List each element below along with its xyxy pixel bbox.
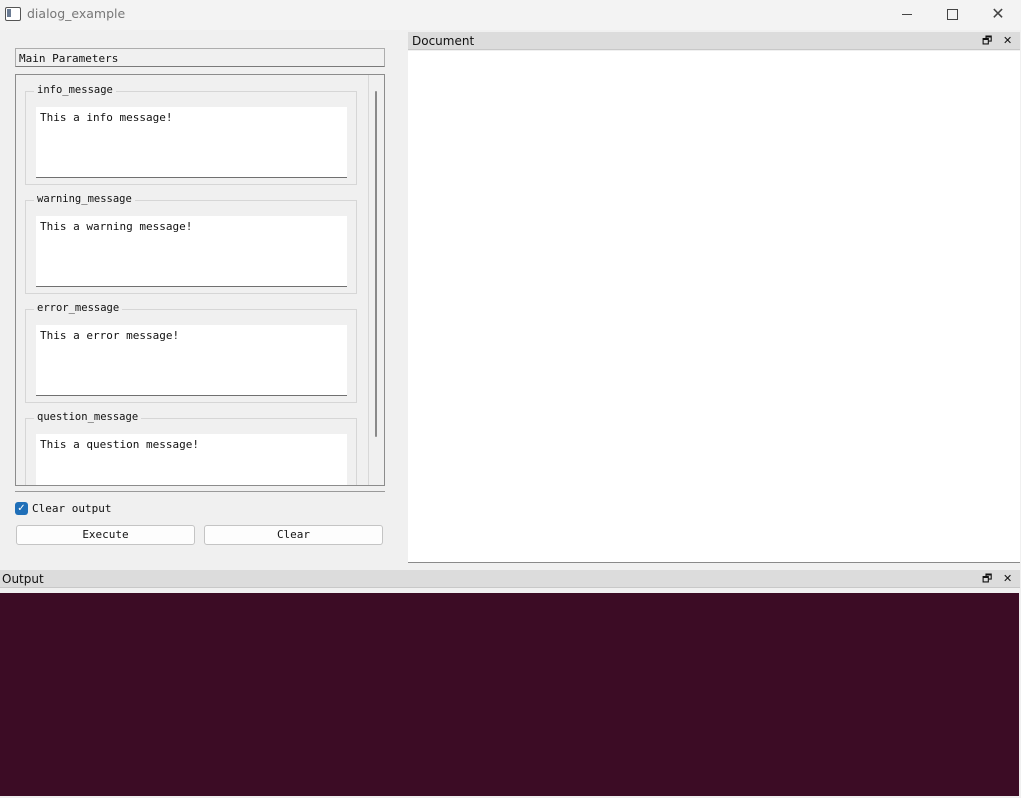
clear-output-label[interactable]: Clear output bbox=[32, 502, 111, 515]
clear-output-checkbox[interactable]: ✓ bbox=[15, 502, 28, 515]
document-dock-title-text: Document bbox=[412, 34, 475, 48]
maximize-icon bbox=[947, 9, 958, 20]
parameters-scroll-area[interactable]: info_message This a info message! warnin… bbox=[15, 74, 385, 486]
separator bbox=[15, 491, 385, 492]
checkmark-icon: ✓ bbox=[17, 503, 26, 514]
document-close-icon[interactable]: ✕ bbox=[1003, 34, 1012, 48]
document-dock-title: Document bbox=[408, 32, 1020, 50]
info-message-group: info_message This a info message! bbox=[25, 84, 357, 185]
close-button[interactable]: ✕ bbox=[975, 0, 1021, 30]
warning-message-field[interactable]: This a warning message! bbox=[36, 216, 347, 287]
question-message-group: question_message This a question message… bbox=[25, 411, 357, 485]
error-message-group: error_message This a error message! bbox=[25, 302, 357, 403]
minimize-icon bbox=[902, 14, 912, 15]
warning-message-label: warning_message bbox=[34, 193, 135, 205]
output-dock-title: Output bbox=[0, 570, 1020, 588]
output-console[interactable] bbox=[0, 593, 1019, 796]
app-icon bbox=[5, 7, 21, 21]
window-title: dialog_example bbox=[27, 6, 126, 21]
main-parameters-header: Main Parameters bbox=[15, 48, 385, 67]
scrollbar-thumb[interactable] bbox=[375, 91, 377, 437]
maximize-button[interactable] bbox=[929, 0, 975, 30]
minimize-button[interactable] bbox=[884, 0, 930, 30]
close-icon: ✕ bbox=[991, 4, 1005, 23]
document-float-icon[interactable]: 🗗 bbox=[982, 34, 992, 48]
output-close-icon[interactable]: ✕ bbox=[1003, 572, 1012, 586]
error-message-field[interactable]: This a error message! bbox=[36, 325, 347, 396]
execute-button[interactable]: Execute bbox=[16, 525, 195, 545]
clear-button[interactable]: Clear bbox=[204, 525, 383, 545]
output-float-icon[interactable]: 🗗 bbox=[982, 572, 992, 586]
error-message-label: error_message bbox=[34, 302, 123, 314]
info-message-field[interactable]: This a info message! bbox=[36, 107, 347, 178]
info-message-label: info_message bbox=[34, 84, 116, 96]
question-message-label: question_message bbox=[34, 411, 142, 423]
document-area[interactable] bbox=[408, 51, 1020, 563]
title-bar: dialog_example ✕ bbox=[0, 0, 1021, 30]
warning-message-group: warning_message This a warning message! bbox=[25, 193, 357, 294]
output-dock-title-text: Output bbox=[2, 572, 44, 586]
vertical-scrollbar[interactable] bbox=[368, 75, 384, 485]
question-message-field[interactable]: This a question message! bbox=[36, 434, 347, 485]
